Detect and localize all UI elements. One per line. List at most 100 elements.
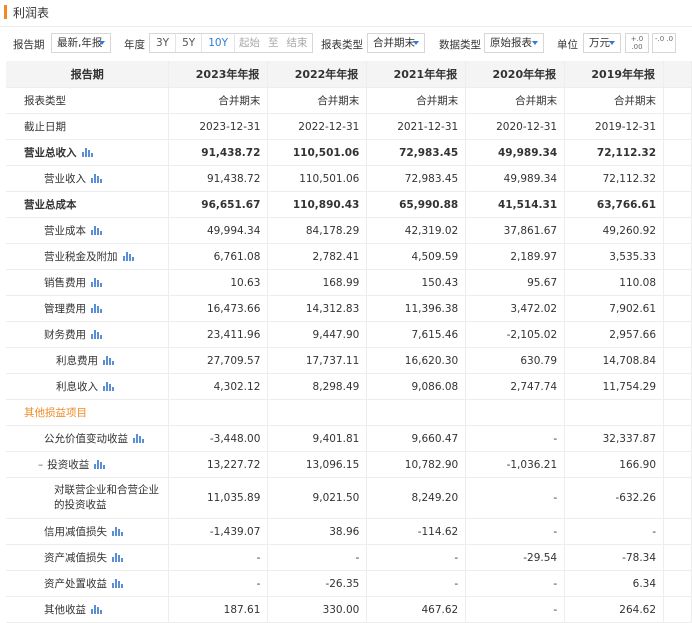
row-label: 营业税金及附加	[44, 251, 118, 263]
bar-chart-icon[interactable]	[103, 382, 114, 391]
value-cell: 23,411.96	[168, 321, 269, 348]
filler-cell	[663, 347, 692, 374]
header-2019[interactable]: 2019年年报	[564, 61, 665, 88]
value-cell: 7,615.46	[366, 321, 467, 348]
row-label-cell: 资产处置收益	[6, 570, 170, 597]
table-body: 报表类型 合并期末 合并期末 合并期末 合并期末 合并期末 截止日期 2023-12-31 20…	[6, 87, 692, 623]
range-end-input[interactable]: 结束	[283, 34, 312, 52]
bar-chart-icon[interactable]	[91, 330, 102, 339]
value-cell: 2019-12-31	[564, 113, 665, 140]
value-cell: 2023-12-31	[168, 113, 269, 140]
row-label: 其他损益项目	[24, 407, 87, 419]
year-option-5y[interactable]: 5Y	[176, 34, 203, 52]
value-cell: 91,438.72	[168, 165, 269, 192]
bar-chart-icon[interactable]	[133, 434, 144, 443]
table-row: 利息费用 27,709.57 17,737.11 16,620.30 630.79 14,…	[6, 347, 692, 374]
bar-chart-icon[interactable]	[112, 527, 123, 536]
bar-chart-icon[interactable]	[91, 278, 102, 287]
value-cell: -114.62	[366, 518, 467, 545]
row-label-cell: 营业总收入	[6, 139, 170, 166]
bar-chart-icon[interactable]	[112, 553, 123, 562]
row-label: 信用减值损失	[44, 526, 107, 538]
bar-chart-icon[interactable]	[94, 460, 106, 469]
caret-down-icon	[532, 41, 538, 45]
value-cell	[366, 399, 467, 426]
header-2023[interactable]: 2023年年报	[168, 61, 269, 88]
year-option-3y[interactable]: 3Y	[150, 34, 177, 52]
unit-select[interactable]: 万元	[583, 33, 621, 53]
value-cell: 72,983.45	[366, 165, 467, 192]
bar-chart-icon[interactable]	[91, 605, 102, 614]
bar-chart-icon[interactable]	[81, 148, 93, 157]
bar-chart-icon[interactable]	[91, 226, 102, 235]
value-cell: 11,754.29	[564, 373, 665, 400]
filler-cell	[663, 373, 692, 400]
value-cell: 3,472.02	[465, 295, 566, 322]
value-cell: 467.62	[366, 596, 467, 623]
bar-chart-icon[interactable]	[103, 356, 114, 365]
value-cell: 91,438.72	[168, 139, 269, 166]
row-label: 对联营企业和合营企业的投资收益	[54, 484, 159, 511]
row-label-cell: 其他损益项目	[6, 399, 170, 426]
report-period-select[interactable]: 最新,年报	[51, 33, 111, 53]
increase-decimal-button[interactable]: +.0 .00	[625, 33, 649, 53]
header-2022[interactable]: 2022年年报	[267, 61, 368, 88]
value-cell: 合并期末	[465, 87, 566, 114]
table-row: 资产减值损失 - - - -29.54 -78.34	[6, 544, 692, 571]
page-title: 利润表	[13, 6, 50, 20]
header-2020[interactable]: 2020年年报	[465, 61, 566, 88]
row-label: 公允价值变动收益	[44, 433, 128, 445]
bar-chart-icon[interactable]	[112, 579, 123, 588]
bar-chart-icon[interactable]	[122, 252, 134, 261]
value-cell: 72,983.45	[366, 139, 467, 166]
header-2021[interactable]: 2021年年报	[366, 61, 467, 88]
data-type-select[interactable]: 原始报表	[484, 33, 544, 53]
value-cell: 96,651.67	[168, 191, 269, 218]
minus-icon[interactable]: –	[38, 459, 43, 471]
row-label-cell: 营业税金及附加	[6, 243, 170, 270]
value-cell: 11,035.89	[168, 477, 269, 519]
table-row: 其他损益项目	[6, 399, 692, 426]
table-row: 营业税金及附加 6,761.08 2,782.41 4,509.59 2,189.97 3…	[6, 243, 692, 270]
header-period: 报告期	[6, 61, 170, 88]
row-label-cell: 营业收入	[6, 165, 170, 192]
value-cell: 14,708.84	[564, 347, 665, 374]
bar-chart-icon[interactable]	[91, 304, 102, 313]
value-cell: 38.96	[267, 518, 368, 545]
value-cell: 合并期末	[168, 87, 269, 114]
table-header-row: 报告期 2023年年报 2022年年报 2021年年报 2020年年报 2019…	[6, 61, 692, 88]
value-cell: 110,890.43	[267, 191, 368, 218]
decrease-decimal-button[interactable]: -.0 .0	[652, 33, 676, 53]
filler-cell	[663, 399, 692, 426]
income-statement-table: 报告期 2023年年报 2022年年报 2021年年报 2020年年报 2019…	[6, 61, 692, 623]
bar-chart-icon[interactable]	[91, 174, 102, 183]
row-label: 管理费用	[44, 303, 86, 315]
filler-cell	[663, 425, 692, 452]
caret-down-icon	[609, 41, 615, 45]
title-accent	[4, 5, 7, 19]
value-cell: 166.90	[564, 451, 665, 478]
value-cell: 17,737.11	[267, 347, 368, 374]
value-cell: 49,260.92	[564, 217, 665, 244]
row-label: 销售费用	[44, 277, 86, 289]
year-option-10y[interactable]: 10Y	[202, 34, 235, 52]
value-cell: -	[564, 518, 665, 545]
value-cell: 2,957.66	[564, 321, 665, 348]
value-cell: 2,782.41	[267, 243, 368, 270]
row-label-cell: 报表类型	[6, 87, 170, 114]
report-type-select[interactable]: 合并期末	[367, 33, 425, 53]
value-cell: 41,514.31	[465, 191, 566, 218]
row-label-cell: 其他收益	[6, 596, 170, 623]
table-row: 营业总成本 96,651.67 110,890.43 65,990.88 41,514.…	[6, 191, 692, 218]
value-cell: 168.99	[267, 269, 368, 296]
value-cell: 72,112.32	[564, 165, 665, 192]
row-label: 投资收益	[47, 459, 90, 471]
row-label: 资产减值损失	[44, 552, 107, 564]
row-label-cell: – 投资收益	[6, 451, 170, 478]
filler-cell	[663, 295, 692, 322]
value-cell: 264.62	[564, 596, 665, 623]
range-start-input[interactable]: 起始	[235, 34, 264, 52]
value-cell: 4,302.12	[168, 373, 269, 400]
value-cell: 6,761.08	[168, 243, 269, 270]
unit-label: 单位	[557, 39, 578, 51]
